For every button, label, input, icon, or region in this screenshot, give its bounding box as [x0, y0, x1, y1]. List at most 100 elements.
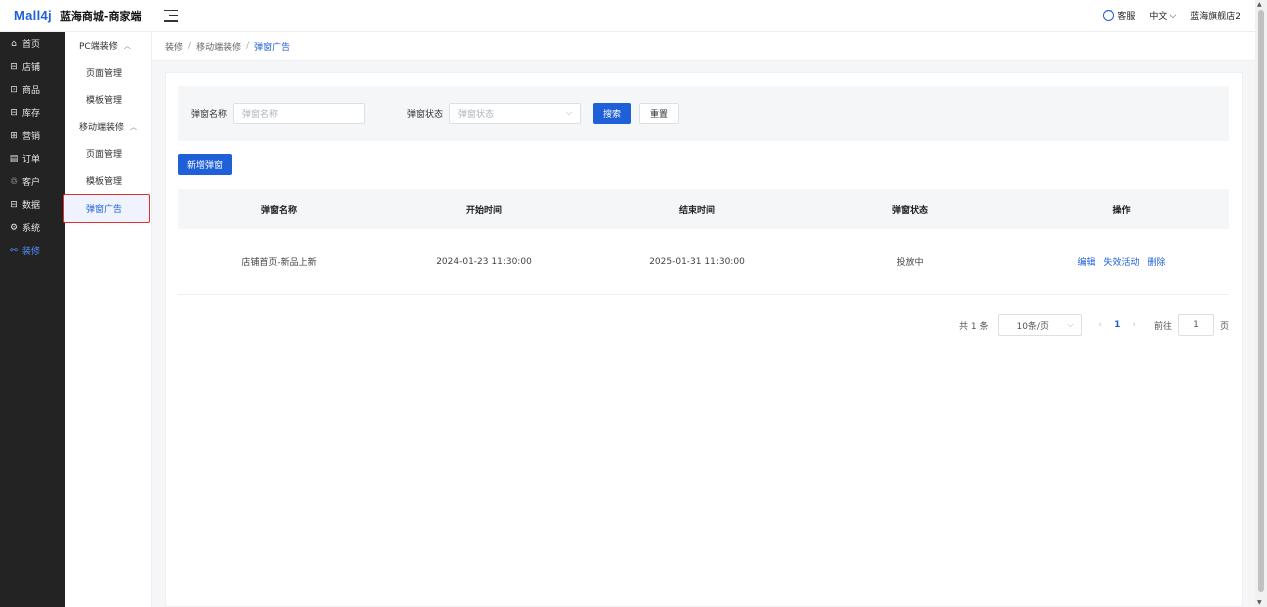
app-title: 蓝海商城-商家端	[59, 9, 142, 23]
search-button[interactable]: 搜索	[593, 103, 632, 124]
popup-table: 弹窗名称 开始时间 结束时间 弹窗状态 操作 店铺首页-新品上新 2024-01…	[178, 189, 1229, 295]
submenu-group-label: PC端装修	[79, 42, 118, 52]
sidebar-item-label: 首页	[22, 40, 41, 50]
decorate-icon: ⚯	[10, 245, 18, 256]
table-header: 弹窗名称 开始时间 结束时间 弹窗状态 操作	[178, 189, 1229, 229]
scroll-up-icon[interactable]: ▲	[1257, 1, 1262, 8]
popup-name-label: 弹窗名称	[191, 110, 228, 120]
language-label: 中文	[1149, 12, 1168, 22]
column-header: 开始时间	[465, 205, 502, 216]
content-card	[165, 72, 1243, 607]
home-icon: ⌂	[11, 38, 17, 49]
sidebar-item-data[interactable]: ⊟ 数据	[0, 193, 65, 216]
popup-name-input[interactable]: 弹窗名称	[233, 103, 366, 124]
chevron-down-icon: ⌵	[1067, 320, 1074, 329]
goto-label: 前往	[1153, 321, 1172, 332]
sidebar-item-label: 商品	[22, 86, 41, 96]
sidebar-item-home[interactable]: ⌂ 首页	[0, 32, 65, 55]
customer-service-button[interactable]: 客服	[1103, 7, 1136, 22]
marketing-icon: ⊞	[10, 130, 18, 141]
sidebar-item-label: 订单	[22, 155, 41, 165]
page-number[interactable]: 1	[1114, 320, 1120, 330]
sidebar-item-stock[interactable]: ⊟ 库存	[0, 101, 65, 124]
page-size-select[interactable]: 10条/页 ⌵	[998, 314, 1083, 336]
total-count: 共 1 条	[959, 321, 989, 332]
column-header: 操作	[1112, 205, 1131, 216]
cell-start-time: 2024-01-23 11:30:00	[436, 256, 532, 267]
sidebar-item-decorate[interactable]: ⚯ 装修	[0, 239, 65, 262]
column-header: 弹窗名称	[260, 205, 297, 216]
header-actions: 客服 中文 ⌵ 蓝海旗舰店2	[1103, 7, 1241, 23]
cell-actions: 编辑 失效活动 删除	[1014, 255, 1229, 268]
goods-icon: ⊡	[10, 84, 18, 95]
sidebar-item-customer[interactable]: ♲ 客户	[0, 170, 65, 193]
delete-link[interactable]: 删除	[1148, 255, 1166, 268]
popup-name-placeholder: 弹窗名称	[242, 110, 279, 120]
store-name[interactable]: 蓝海旗舰店2	[1190, 9, 1241, 22]
customer-icon: ♲	[9, 176, 19, 187]
popup-status-label: 弹窗状态	[407, 110, 444, 120]
table-row: 店铺首页-新品上新 2024-01-23 11:30:00 2025-01-31…	[178, 229, 1229, 295]
breadcrumb-item[interactable]: 装修	[165, 40, 183, 53]
page-size-value: 10条/页	[1016, 321, 1049, 332]
goto-page-input[interactable]: 1	[1177, 314, 1214, 336]
submenu-item-mobile-pages[interactable]: 页面管理	[65, 140, 151, 167]
chevron-down-icon: ⌵	[565, 108, 573, 117]
submenu-item-pc-templates[interactable]: 模板管理	[65, 86, 151, 113]
sidebar-item-label: 营销	[22, 132, 41, 142]
chevron-up-icon: ︿	[130, 122, 138, 131]
sidebar-item-goods[interactable]: ⊡ 商品	[0, 78, 65, 101]
prev-page-icon[interactable]: ‹	[1098, 320, 1102, 330]
submenu-group-label: 移动端装修	[79, 123, 125, 133]
sidebar-item-label: 系统	[22, 224, 41, 234]
language-switch[interactable]: 中文 ⌵	[1149, 9, 1177, 23]
breadcrumb-item[interactable]: 移动端装修	[196, 40, 241, 53]
column-header: 结束时间	[678, 205, 715, 216]
submenu-group-mobile[interactable]: 移动端装修 ︿	[65, 113, 151, 140]
breadcrumb: 装修 / 移动端装修 / 弹窗广告	[152, 32, 1255, 61]
sidebar-item-label: 客户	[22, 178, 41, 188]
sidebar-item-marketing[interactable]: ⊞ 营销	[0, 124, 65, 147]
add-popup-button[interactable]: 新增弹窗	[178, 154, 233, 175]
scroll-down-icon[interactable]: ▼	[1257, 599, 1262, 606]
order-icon: ▤	[9, 153, 19, 164]
menu-collapse-icon[interactable]	[163, 9, 178, 22]
scroll-thumb[interactable]	[1258, 10, 1264, 592]
sidebar-item-label: 店铺	[22, 63, 41, 73]
stock-icon: ⊟	[10, 107, 18, 118]
breadcrumb-current: 弹窗广告	[254, 42, 291, 53]
top-header: Mall4j 蓝海商城-商家端 客服 中文 ⌵ 蓝海旗舰店2	[0, 0, 1255, 32]
edit-link[interactable]: 编辑	[1077, 255, 1095, 268]
cell-status: 投放中	[896, 258, 924, 268]
logo: Mall4j	[14, 8, 52, 23]
chat-icon	[1103, 7, 1115, 21]
reset-button[interactable]: 重置	[639, 103, 680, 124]
cell-end-time: 2025-01-31 11:30:00	[649, 256, 745, 267]
popup-status-select[interactable]: 弹窗状态 ⌵	[449, 103, 582, 124]
cell-popup-name: 店铺首页-新品上新	[241, 258, 317, 268]
main-sidebar: ⌂ 首页 ⊟ 店铺 ⊡ 商品 ⊟ 库存 ⊞ 营销 ▤ 订单 ♲ 客户 ⊟ 数据 ⚙ 系统 ⚯ 装修	[0, 32, 65, 607]
submenu-item-mobile-templates[interactable]: 模板管理	[65, 167, 151, 194]
submenu-item-pc-pages[interactable]: 页面管理	[65, 59, 151, 86]
sidebar-item-label: 装修	[22, 247, 41, 257]
store-icon: ⊟	[10, 61, 18, 72]
deactivate-link[interactable]: 失效活动	[1103, 255, 1139, 268]
customer-service-label: 客服	[1117, 12, 1136, 22]
next-page-icon[interactable]: ›	[1132, 320, 1136, 330]
sidebar-item-label: 数据	[22, 201, 41, 211]
search-form: 弹窗名称 弹窗名称 弹窗状态 弹窗状态 ⌵ 搜索 重置	[178, 86, 1229, 141]
page-scrollbar[interactable]: ▲ ▼	[1255, 0, 1267, 607]
submenu-item-popup-ads[interactable]: 弹窗广告	[63, 194, 150, 223]
sidebar-item-order[interactable]: ▤ 订单	[0, 147, 65, 170]
pagination: 共 1 条 10条/页 ⌵ ‹ 1 › 前往 1 页	[959, 314, 1229, 336]
data-icon: ⊟	[10, 199, 18, 210]
chevron-down-icon: ⌵	[1169, 10, 1177, 21]
submenu-group-pc[interactable]: PC端装修 ︿	[65, 32, 151, 59]
popup-status-placeholder: 弹窗状态	[458, 110, 495, 120]
column-header: 弹窗状态	[891, 205, 928, 216]
page-unit-label: 页	[1219, 321, 1229, 332]
sidebar-item-system[interactable]: ⚙ 系统	[0, 216, 65, 239]
system-icon: ⚙	[9, 222, 19, 233]
sidebar-item-store[interactable]: ⊟ 店铺	[0, 55, 65, 78]
sub-menu: PC端装修 ︿ 页面管理 模板管理 移动端装修 ︿ 页面管理 模板管理 弹窗广告	[63, 32, 152, 607]
